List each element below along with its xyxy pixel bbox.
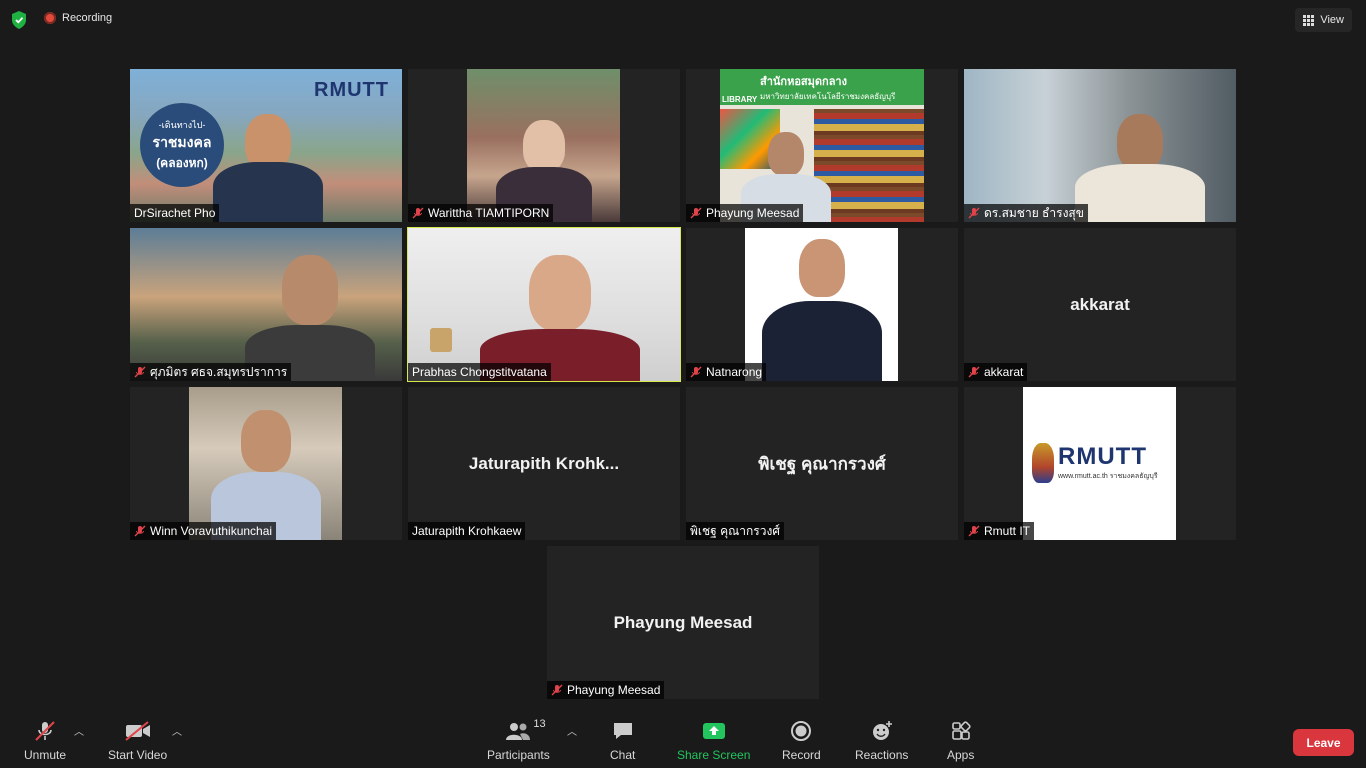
recording-label: Recording <box>62 12 113 24</box>
video-options-caret-icon[interactable]: ︿ <box>172 723 182 738</box>
record-button[interactable]: Record <box>782 720 821 762</box>
video-tile-natnarong[interactable]: Natnarong <box>686 228 958 381</box>
record-icon <box>790 720 812 742</box>
mic-muted-icon <box>551 684 563 696</box>
video-tile-winn[interactable]: Winn Voravuthikunchai <box>130 387 402 540</box>
start-video-button[interactable]: Start Video <box>108 720 167 762</box>
mic-muted-icon <box>968 525 980 537</box>
leave-button[interactable]: Leave <box>1293 729 1354 756</box>
reactions-icon <box>870 720 894 742</box>
recording-indicator[interactable]: Recording <box>44 12 112 24</box>
grid-view-icon <box>1303 14 1315 26</box>
desk-vase <box>430 328 452 352</box>
rmutt-logo: RMUTT www.rmutt.ac.th ราชมงคลธัญบุรี <box>1058 443 1158 480</box>
participant-display-name: Jaturapith Krohk... <box>468 453 620 473</box>
participant-figure <box>480 241 640 381</box>
participant-name-tag: Warittha TIAMTIPORN <box>408 204 554 222</box>
video-tile-somchai[interactable]: ดร.สมชาย ธำรงสุข <box>964 69 1236 222</box>
participant-figure <box>1075 92 1205 222</box>
participants-count: 13 <box>533 718 546 730</box>
participant-display-name: Phayung Meesad <box>613 612 753 632</box>
video-tile-warittha[interactable]: Warittha TIAMTIPORN <box>408 69 680 222</box>
participant-name-tag: Phayung Meesad <box>686 204 804 222</box>
participant-name-tag: Jaturapith Krohkaew <box>408 522 526 540</box>
video-off-icon <box>124 720 152 742</box>
unmute-button[interactable]: Unmute <box>24 720 66 762</box>
campus-banner: -เดินทางไป- ราชมงคล (คลองหก) <box>140 103 224 187</box>
video-tile-pichet[interactable]: พิเชฐ คุณากรวงศ์ พิเชฐ คุณากรวงศ์ <box>686 387 958 540</box>
video-tile-supamit[interactable]: ศุภมิตร ศธจ.สมุทรปราการ <box>130 228 402 381</box>
participant-figure <box>211 400 321 540</box>
mic-muted-icon <box>33 720 57 742</box>
security-shield-icon[interactable] <box>10 10 28 30</box>
participant-figure <box>245 241 375 381</box>
participant-name-tag: พิเชฐ คุณากรวงศ์ <box>686 522 784 540</box>
chat-button[interactable]: Chat <box>610 720 635 762</box>
mic-muted-icon <box>134 525 146 537</box>
participants-icon: 13 <box>487 718 549 742</box>
video-tile-drsirachet[interactable]: RMUTT -เดินทางไป- ราชมงคล (คลองหก) DrSir… <box>130 69 402 222</box>
university-seal <box>1032 443 1054 483</box>
participant-name-tag: Rmutt IT <box>964 522 1035 540</box>
share-screen-icon <box>701 720 727 742</box>
library-label: LIBRARY <box>722 95 758 104</box>
mic-muted-icon <box>412 207 424 219</box>
participant-name-tag: ศุภมิตร ศธจ.สมุทรปราการ <box>130 363 292 381</box>
participant-display-name: akkarat <box>1070 294 1130 314</box>
mic-muted-icon <box>690 366 702 378</box>
participant-figure <box>762 235 882 381</box>
participant-name-tag: akkarat <box>964 363 1028 381</box>
apps-icon <box>950 720 972 742</box>
participant-name-tag: DrSirachet Pho <box>130 204 220 222</box>
participant-display-name: พิเชฐ คุณากรวงศ์ <box>758 454 886 473</box>
video-tile-phayung-2[interactable]: Phayung Meesad Phayung Meesad <box>547 546 819 699</box>
participants-button[interactable]: 13 Participants <box>487 718 550 762</box>
video-tile-akkarat[interactable]: akkarat akkarat <box>964 228 1236 381</box>
video-tile-rmutt-it[interactable]: RMUTT www.rmutt.ac.th ราชมงคลธัญบุรี Rmu… <box>964 387 1236 540</box>
chat-icon <box>611 720 635 742</box>
participant-name-tag: Phayung Meesad <box>547 681 665 699</box>
mic-muted-icon <box>134 366 146 378</box>
mic-muted-icon <box>690 207 702 219</box>
participants-caret-icon[interactable]: ︿ <box>567 723 577 738</box>
participant-name-tag: Winn Voravuthikunchai <box>130 522 277 540</box>
participant-name-tag: Prabhas Chongstitvatana <box>408 363 551 381</box>
participant-name-tag: ดร.สมชาย ธำรงสุข <box>964 204 1088 222</box>
view-button[interactable]: View <box>1295 8 1352 32</box>
mic-muted-icon <box>968 207 980 219</box>
audio-options-caret-icon[interactable]: ︿ <box>74 723 84 738</box>
mic-muted-icon <box>968 366 980 378</box>
rmutt-logo: RMUTT <box>314 79 389 101</box>
view-button-label: View <box>1320 14 1344 26</box>
participant-figure <box>213 92 323 222</box>
meeting-toolbar: Unmute ︿ Start Video ︿ 13 Participants ︿… <box>0 708 1366 768</box>
apps-button[interactable]: Apps <box>947 720 974 762</box>
video-tile-phayung-library[interactable]: สำนักหอสมุดกลาง มหาวิทยาลัยเทคโนโลยีราชม… <box>686 69 958 222</box>
reactions-button[interactable]: Reactions <box>855 720 908 762</box>
participant-name-tag: Natnarong <box>686 363 767 381</box>
share-screen-button[interactable]: Share Screen <box>677 720 750 762</box>
video-tile-jaturapith[interactable]: Jaturapith Krohk... Jaturapith Krohkaew <box>408 387 680 540</box>
recording-dot-icon <box>44 12 56 24</box>
video-tile-prabhas-active-speaker[interactable]: Prabhas Chongstitvatana <box>407 227 681 382</box>
